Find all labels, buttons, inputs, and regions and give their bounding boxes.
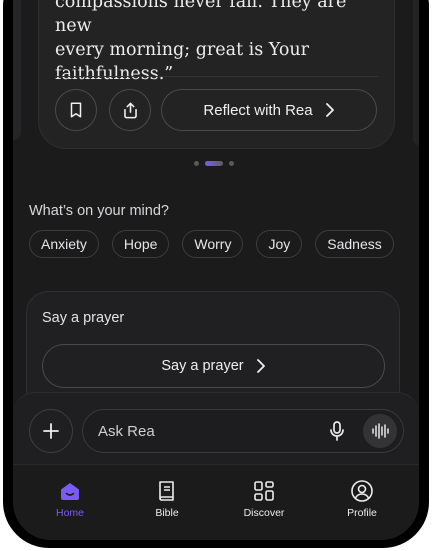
home-icon [61,483,79,500]
mood-chips: Anxiety Hope Worry Joy Sadness [29,230,394,258]
chip-hope[interactable]: Hope [111,230,170,258]
verse-line: compassions never fail. They are new [55,0,347,36]
tab-home[interactable]: Home [30,479,110,519]
voice-wave-icon [372,423,389,439]
tab-discover[interactable]: Discover [224,479,304,519]
chevron-right-icon [256,359,265,373]
tab-label: Profile [347,507,377,519]
chevron-right-icon [325,103,334,117]
next-card-peek[interactable] [413,0,419,145]
chip-joy[interactable]: Joy [256,230,303,258]
verse-text: compassions never fail. They are new eve… [55,0,385,86]
carousel-dot[interactable] [194,161,199,166]
share-icon [123,102,137,118]
tab-bar: Home Bible Discover Profile [13,464,419,540]
bookmark-icon [70,102,82,118]
previous-card-peek[interactable] [13,0,21,140]
prayer-title: Say a prayer [42,310,125,326]
chip-sadness[interactable]: Sadness [315,230,394,258]
composer-bar [13,392,419,465]
app-screen: compassions never fail. They are new eve… [13,0,419,540]
prayer-button-label: Say a prayer [161,358,244,374]
say-a-prayer-button[interactable]: Say a prayer [42,344,385,388]
verse-card: compassions never fail. They are new eve… [38,0,395,149]
device-frame: compassions never fail. They are new eve… [3,0,429,548]
share-button[interactable] [109,89,151,131]
carousel-indicator [194,161,234,166]
tab-label: Home [55,507,84,519]
grid-icon [254,481,274,501]
plus-icon [43,423,59,439]
add-button[interactable] [29,409,73,453]
tab-label: Discover [243,507,285,519]
voice-mode-button[interactable] [363,414,397,448]
ask-rea-field[interactable] [82,409,404,453]
chip-anxiety[interactable]: Anxiety [29,230,99,258]
carousel-dot[interactable] [229,161,234,166]
carousel-dot-active[interactable] [205,161,223,166]
profile-icon [351,480,373,502]
verse-line: faithfulness.” [55,64,174,84]
mind-heading: What’s on your mind? [29,203,169,219]
chip-worry[interactable]: Worry [182,230,244,258]
microphone-icon [330,421,344,441]
reflect-label: Reflect with Rea [203,101,313,119]
tab-bible[interactable]: Bible [127,479,207,519]
ask-rea-input[interactable] [98,410,298,452]
tab-profile[interactable]: Profile [322,479,402,519]
book-icon [159,481,174,501]
bookmark-button[interactable] [55,89,97,131]
reflect-with-rea-button[interactable]: Reflect with Rea [161,89,377,131]
tab-label: Bible [155,507,179,519]
divider [55,76,378,77]
verse-line: every morning; great is Your [55,40,310,60]
microphone-button[interactable] [325,419,349,443]
